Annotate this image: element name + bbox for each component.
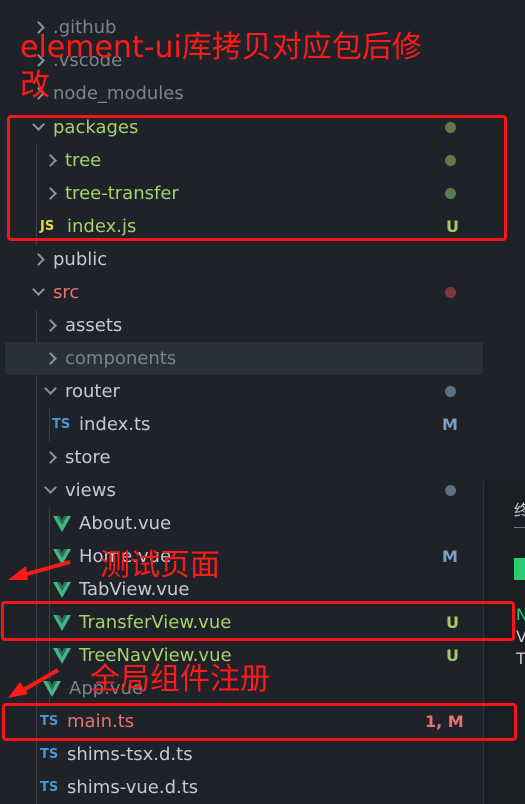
status-dot [445,485,456,496]
tree-item-label: shims-tsx.d.ts [67,744,193,765]
ts-file-icon: TS [40,747,59,762]
tree-item-label: index.ts [79,414,151,435]
annotation-test-page: 测试页面 [100,548,220,583]
tree-item-components[interactable]: components [5,342,483,375]
tree-item-about-vue[interactable]: About.vue [0,507,525,540]
highlight-box-transferview [1,601,515,641]
chevron-down-icon [32,283,45,296]
tree-item-label: shims-vue.d.ts [67,777,199,798]
git-status-badge: U [446,646,459,665]
annotation-copy-note: element-ui库拷贝对应包后修 [20,30,422,65]
panel-text: T [516,649,525,668]
panel-text: V [516,627,525,646]
chevron-right-icon [32,253,45,266]
arrow-icon [8,560,71,580]
tree-item-index-ts[interactable]: TS index.ts M [0,408,525,441]
chevron-right-icon [44,451,57,464]
chevron-right-icon [44,352,57,365]
divider [514,527,525,528]
chevron-down-icon [44,382,57,395]
ts-file-icon: TS [40,780,59,795]
tree-item-store[interactable]: store [0,441,525,474]
tree-item-label: router [65,381,120,402]
tree-item-label: public [53,249,108,270]
tree-item-label: components [65,348,177,369]
highlight-box-main-ts [2,703,517,741]
tree-item-shims-vue[interactable]: TS shims-vue.d.ts [0,771,523,804]
tree-item-label: node_modules [53,83,184,104]
tree-item-assets[interactable]: assets [0,309,525,342]
chevron-right-icon [44,319,57,332]
terminal-panel[interactable]: 终 N V T [483,481,525,804]
tree-item-label: assets [65,315,123,336]
git-status-badge: M [442,547,458,566]
status-dot [445,386,456,397]
git-status-badge: M [442,415,458,434]
panel-tab-label[interactable]: 终 [514,497,525,521]
tree-item-label: views [65,480,116,501]
ts-file-icon: TS [52,417,71,432]
tree-item-label: About.vue [79,513,172,534]
chevron-down-icon [44,481,57,494]
status-block [514,558,525,580]
tree-item-shims-tsx[interactable]: TS shims-tsx.d.ts [0,738,523,771]
arrow-icon [8,668,60,698]
panel-text: N [516,605,525,624]
tree-item-public[interactable]: public [0,243,517,276]
tree-item-views[interactable]: views [0,474,525,507]
tree-item-router[interactable]: router [0,375,525,408]
tree-item-label: src [53,282,80,303]
tree-item-src[interactable]: src [0,276,517,309]
tree-item-label: store [65,447,111,468]
annotation-copy-note-cont: 改 [20,68,50,103]
annotation-global-register: 全局组件注册 [90,662,270,697]
highlight-box-packages [7,115,507,241]
vue-icon [53,515,71,532]
status-dot [445,287,456,298]
tree-item-node-modules[interactable]: node_modules [0,77,517,110]
